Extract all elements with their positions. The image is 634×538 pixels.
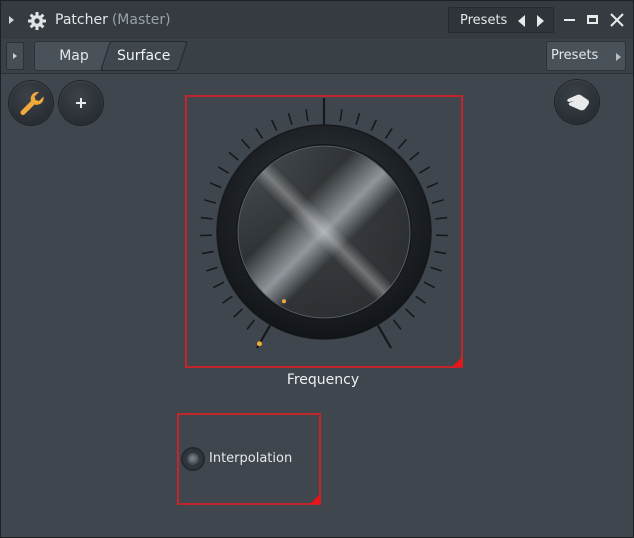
window-title-text: Patcher [55, 12, 108, 28]
surface-presets-arrow-icon [616, 53, 621, 61]
interpolation-radio-button[interactable] [183, 449, 203, 469]
minimize-icon[interactable] [564, 19, 575, 21]
knob-tick [201, 250, 214, 255]
knob-indicator-dot [257, 341, 262, 347]
knob-tick [255, 127, 264, 139]
knob-tick [434, 250, 447, 255]
frequency-knob[interactable] [186, 96, 462, 367]
knob-tick [204, 199, 217, 204]
knob-tick [218, 166, 230, 174]
knob-tick [287, 112, 293, 125]
knob-tick [392, 319, 402, 330]
maximize-icon[interactable] [587, 15, 598, 24]
title-bar[interactable]: Patcher (Master) Presets [1, 1, 633, 40]
tab-surface-label: Surface [117, 48, 171, 64]
knob-tick [418, 166, 430, 174]
knob-tick [384, 127, 393, 139]
previous-preset-icon[interactable] [518, 15, 525, 27]
wrench-icon [20, 91, 44, 116]
hand-icon [567, 94, 589, 111]
knob-tick [221, 295, 233, 304]
knob-tick [339, 109, 343, 122]
patcher-window: Patcher (Master) Presets Map Surface Pres… [0, 0, 634, 538]
knob-tick [375, 321, 392, 349]
knob-tick [305, 109, 309, 122]
tab-bar: Map Surface Presets [1, 39, 633, 74]
surface-presets-menu[interactable]: Presets [546, 41, 626, 71]
knob-tick [423, 281, 436, 289]
knob-tick [246, 319, 256, 330]
knob-tick [209, 182, 222, 189]
knob-tick [200, 216, 213, 220]
next-preset-icon[interactable] [537, 15, 544, 27]
radio-indicator [189, 455, 197, 463]
knob-value-dot [282, 299, 286, 304]
knob-tick [370, 119, 378, 131]
resize-handle[interactable] [310, 494, 320, 504]
interpolation-label: Interpolation [209, 451, 293, 466]
knob-tick [397, 138, 408, 149]
add-control-button[interactable] [59, 81, 103, 125]
close-icon[interactable] [609, 12, 625, 28]
surface-presets-label: Presets [551, 48, 599, 63]
window-menu-arrow-icon[interactable] [9, 16, 14, 24]
knob-tick [228, 151, 239, 161]
knob-tick [233, 308, 244, 318]
knob-tick [415, 295, 427, 304]
knob-tick [404, 308, 415, 318]
window-subtitle: (Master) [111, 12, 171, 28]
knob-tick [212, 281, 225, 289]
knob-tick [435, 216, 448, 220]
knob-tick [355, 112, 361, 125]
knob-tick [430, 266, 442, 272]
knob-tick [240, 138, 251, 149]
title-presets-menu[interactable]: Presets [448, 7, 554, 33]
knob-tick [409, 151, 420, 161]
edit-mode-button[interactable] [9, 81, 53, 125]
sidebar-toggle-button[interactable] [6, 42, 24, 70]
knob-tick [206, 266, 218, 272]
interact-mode-button[interactable] [555, 80, 599, 124]
title-presets-label[interactable]: Presets [460, 13, 507, 28]
knob-tick [270, 119, 278, 131]
frequency-label: Frequency [286, 372, 360, 388]
knob-tick [431, 199, 444, 204]
gear-icon[interactable] [27, 11, 47, 31]
tab-surface[interactable]: Surface [100, 41, 188, 71]
tab-map-label: Map [59, 48, 89, 64]
knob-tick [426, 182, 439, 189]
window-title: Patcher (Master) [55, 12, 171, 28]
